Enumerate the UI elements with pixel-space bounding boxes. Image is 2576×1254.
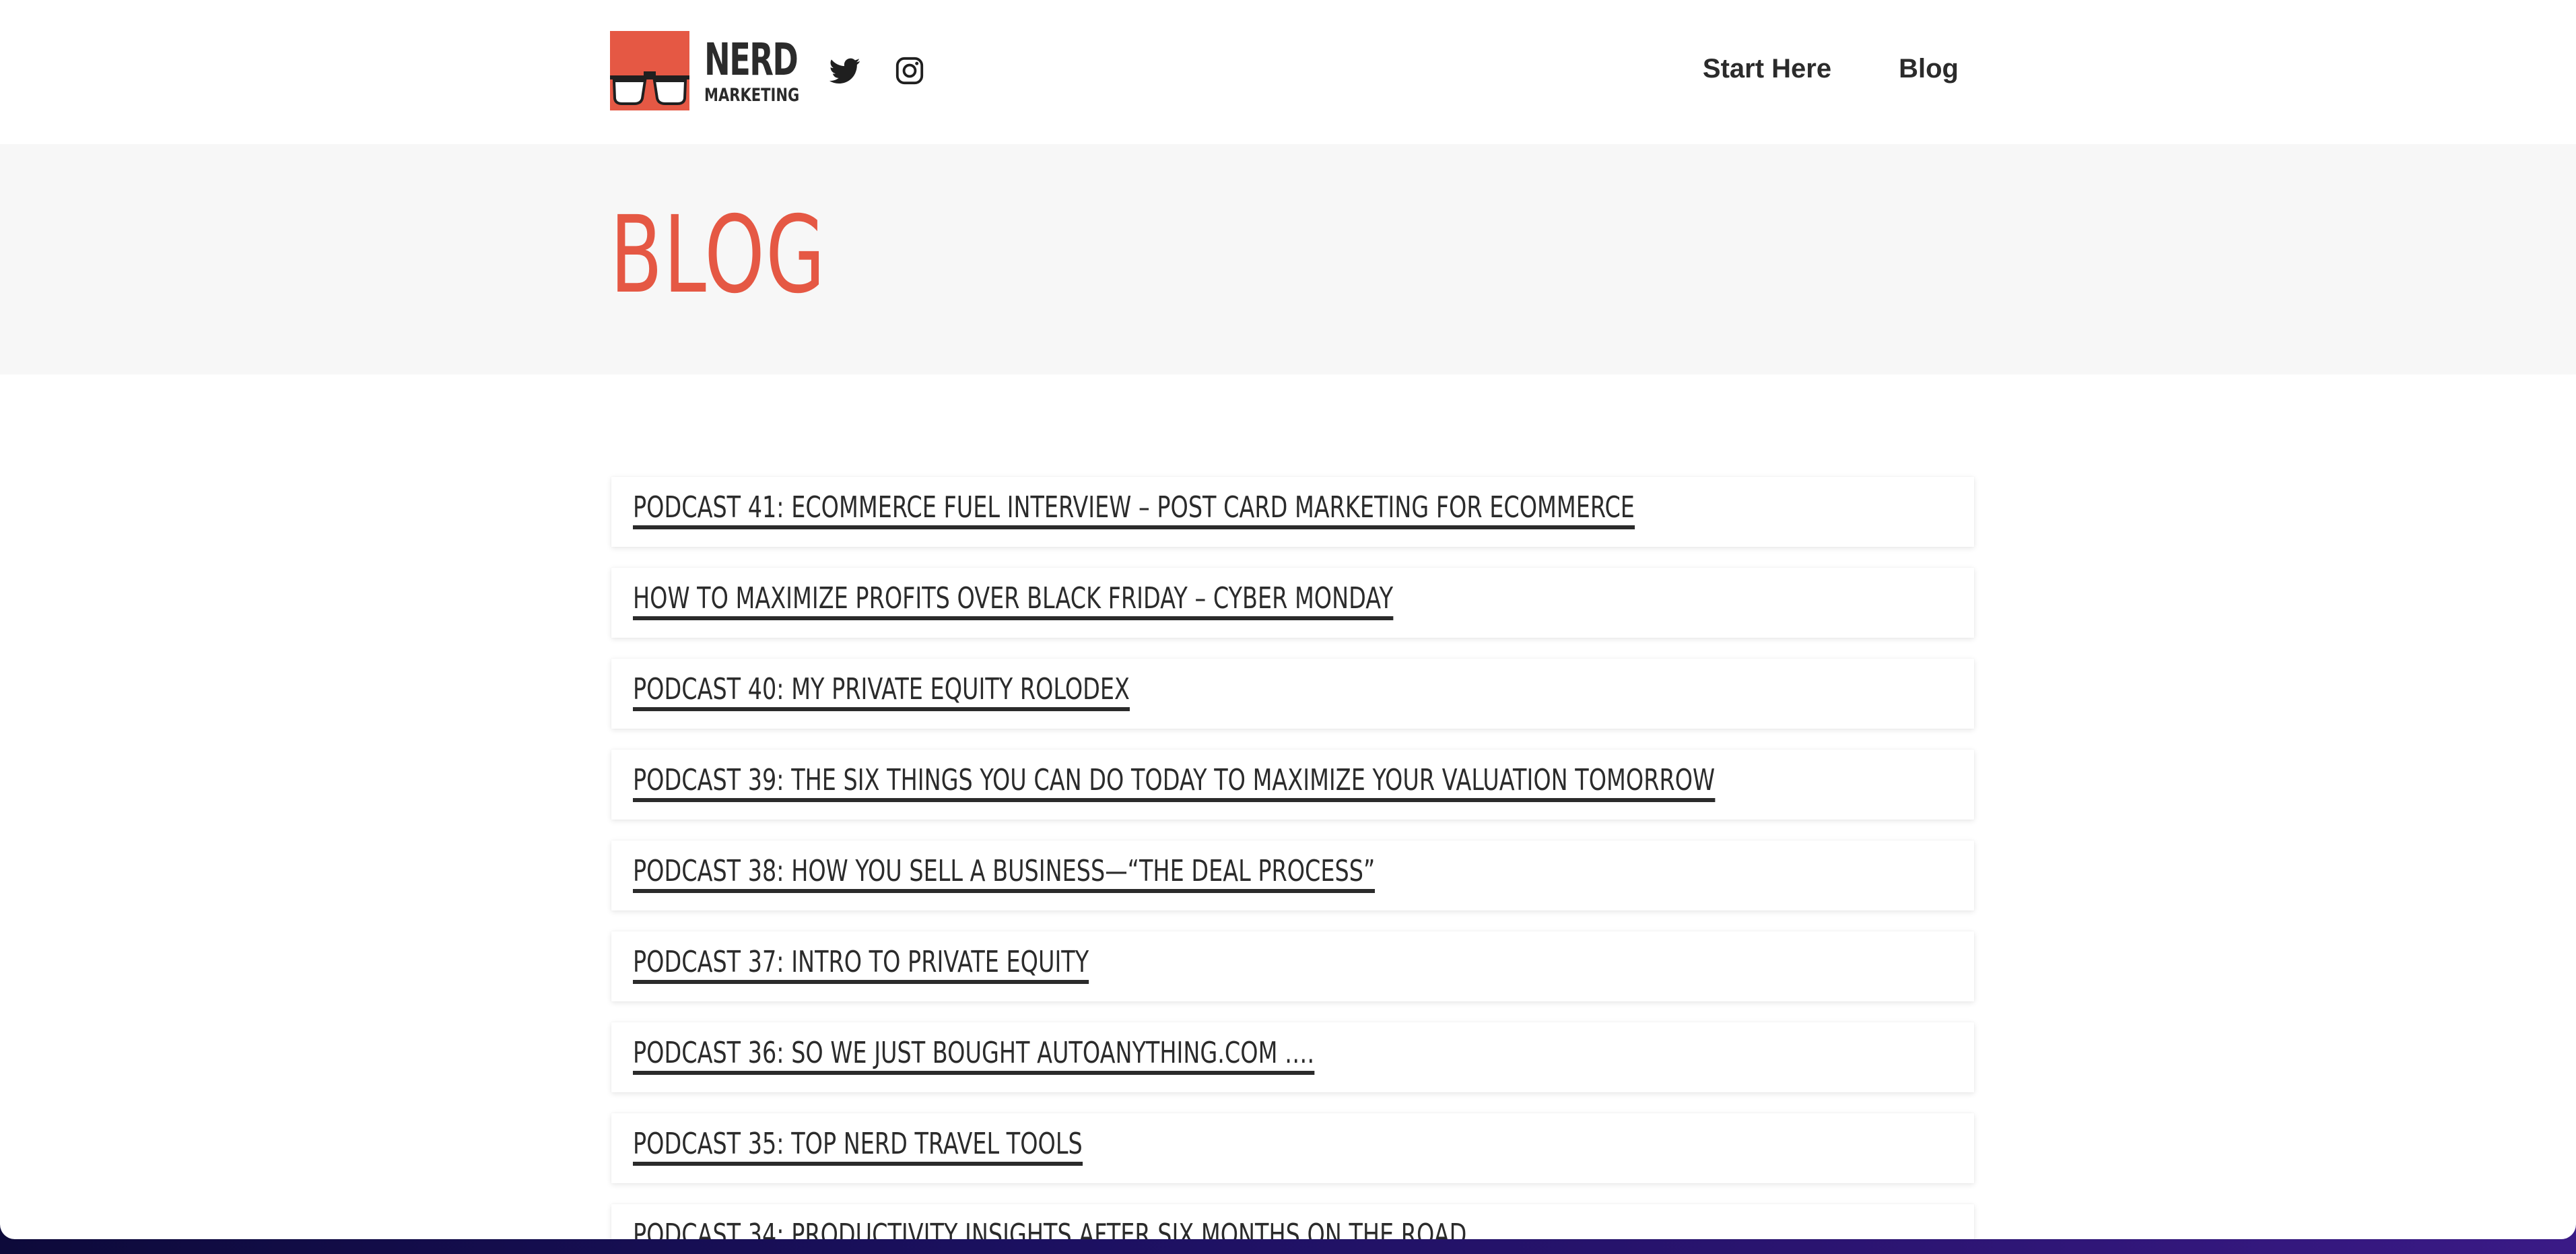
post-card: PODCAST 37: INTRO TO PRIVATE EQUITY bbox=[611, 931, 1974, 1001]
post-card: PODCAST 35: TOP NERD TRAVEL TOOLS bbox=[611, 1113, 1974, 1183]
page-title: BLOG bbox=[610, 193, 826, 317]
post-card: PODCAST 41: ECOMMERCE FUEL INTERVIEW – P… bbox=[611, 477, 1974, 547]
post-card: PODCAST 38: HOW YOU SELL A BUSINESS—“THE… bbox=[611, 840, 1974, 911]
post-card: PODCAST 40: MY PRIVATE EQUITY ROLODEX bbox=[611, 659, 1974, 729]
logo-text: NERD MARKETING bbox=[704, 33, 826, 106]
nav-blog[interactable]: Blog bbox=[1899, 54, 1959, 84]
brand-name: NERD bbox=[704, 33, 799, 86]
page-hero: BLOG bbox=[0, 144, 2576, 374]
post-list: PODCAST 41: ECOMMERCE FUEL INTERVIEW – P… bbox=[611, 477, 1974, 1239]
post-title-link[interactable]: PODCAST 40: MY PRIVATE EQUITY ROLODEX bbox=[633, 673, 1130, 712]
browser-viewport: NERD MARKETING Start Here Blog BLOG PODC… bbox=[0, 0, 2576, 1239]
brand-tagline: MARKETING bbox=[704, 84, 800, 106]
post-title-link[interactable]: PODCAST 35: TOP NERD TRAVEL TOOLS bbox=[633, 1127, 1083, 1166]
site-header: NERD MARKETING Start Here Blog bbox=[0, 0, 2576, 144]
site-logo[interactable]: NERD MARKETING bbox=[610, 31, 826, 110]
post-title-link[interactable]: PODCAST 38: HOW YOU SELL A BUSINESS—“THE… bbox=[633, 855, 1376, 894]
instagram-icon[interactable] bbox=[894, 55, 925, 86]
post-title-link[interactable]: PODCAST 37: INTRO TO PRIVATE EQUITY bbox=[633, 946, 1089, 985]
post-card: HOW TO MAXIMIZE PROFITS OVER BLACK FRIDA… bbox=[611, 568, 1974, 638]
main-nav: Start Here Blog bbox=[1703, 54, 1959, 84]
post-card: PODCAST 34: PRODUCTIVITY INSIGHTS AFTER … bbox=[611, 1204, 1974, 1239]
post-card: PODCAST 39: THE SIX THINGS YOU CAN DO TO… bbox=[611, 750, 1974, 820]
post-card: PODCAST 36: SO WE JUST BOUGHT AUTOANYTHI… bbox=[611, 1022, 1974, 1092]
nav-start-here[interactable]: Start Here bbox=[1703, 54, 1831, 84]
post-title-link[interactable]: HOW TO MAXIMIZE PROFITS OVER BLACK FRIDA… bbox=[633, 582, 1394, 621]
post-title-link[interactable]: PODCAST 39: THE SIX THINGS YOU CAN DO TO… bbox=[633, 764, 1716, 803]
post-title-link[interactable]: PODCAST 36: SO WE JUST BOUGHT AUTOANYTHI… bbox=[633, 1036, 1315, 1076]
post-title-link[interactable]: PODCAST 34: PRODUCTIVITY INSIGHTS AFTER … bbox=[633, 1218, 1466, 1239]
glasses-icon bbox=[610, 31, 689, 110]
twitter-icon[interactable] bbox=[829, 55, 860, 86]
post-title-link[interactable]: PODCAST 41: ECOMMERCE FUEL INTERVIEW – P… bbox=[633, 491, 1635, 530]
